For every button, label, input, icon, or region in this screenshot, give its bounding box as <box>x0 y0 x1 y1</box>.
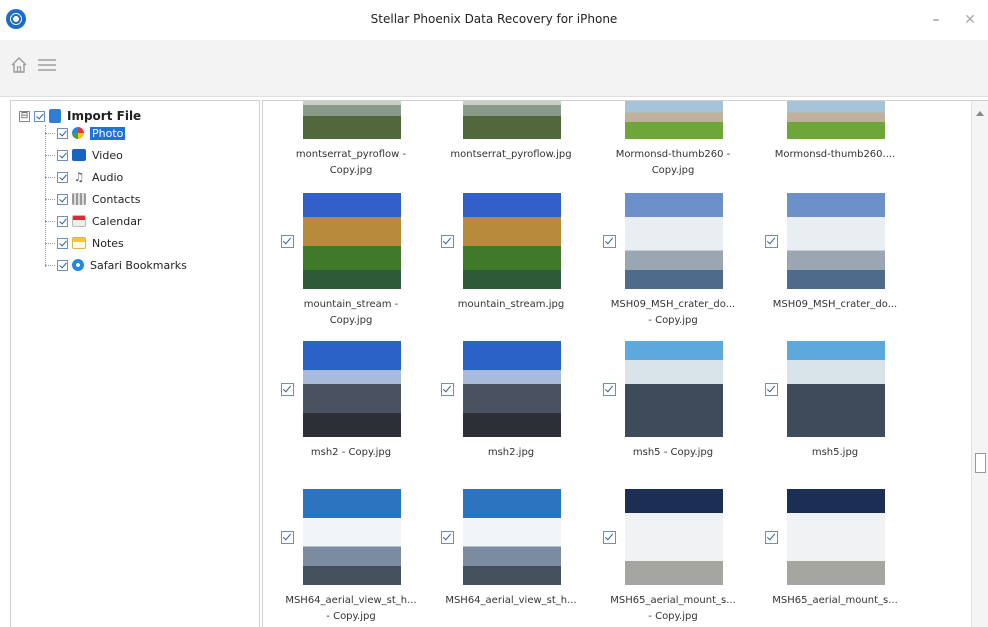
photo-caption: msh2 - Copy.jpg <box>310 447 392 458</box>
photo-thumbnail[interactable] <box>463 341 561 437</box>
photo-thumbnail[interactable] <box>625 193 723 289</box>
photo-caption: msh5 - Copy.jpg <box>632 447 714 458</box>
tree-item-notes[interactable]: Notes <box>45 234 124 252</box>
photo-checkbox[interactable] <box>603 235 616 248</box>
collapse-icon[interactable]: ⊟ <box>19 110 30 122</box>
tree-item-audio[interactable]: ♫ Audio <box>45 168 123 186</box>
vertical-scrollbar[interactable] <box>971 101 988 627</box>
photo-checkbox[interactable] <box>603 383 616 396</box>
photo-checkbox[interactable] <box>441 383 454 396</box>
photo-caption: MSH64_aerial_view_st_h... <box>445 595 577 606</box>
photo-caption: montserrat_pyroflow - <box>295 149 407 160</box>
tree-item-label: Notes <box>92 236 124 250</box>
file-type-tree: ⊟ Import File Photo Video ♫ Audio Contac… <box>10 100 260 627</box>
photo-thumbnail[interactable] <box>625 489 723 585</box>
scrollbar-thumb[interactable] <box>975 453 986 473</box>
photo-thumbnail[interactable] <box>303 489 401 585</box>
tree-item-label: Video <box>92 148 123 162</box>
photo-caption-line2: Copy.jpg <box>651 165 695 176</box>
video-checkbox[interactable] <box>57 149 68 161</box>
tree-item-safari-bookmarks[interactable]: Safari Bookmarks <box>45 256 187 274</box>
safari-icon <box>72 259 84 271</box>
photo-thumbnail[interactable] <box>303 341 401 437</box>
tree-root-label: Import File <box>67 109 142 123</box>
photo-caption-line2: - Copy.jpg <box>326 611 376 622</box>
photo-checkbox[interactable] <box>57 127 68 139</box>
photo-thumbnail[interactable] <box>787 341 885 437</box>
photo-caption: Mormonsd-thumb260 - <box>615 149 731 160</box>
photo-caption: msh5.jpg <box>811 447 859 458</box>
photo-thumbnail[interactable] <box>463 101 561 139</box>
photo-checkbox[interactable] <box>281 531 294 544</box>
photo-thumbnail[interactable] <box>303 193 401 289</box>
tree-item-contacts[interactable]: Contacts <box>45 190 141 208</box>
photo-checkbox[interactable] <box>765 383 778 396</box>
photo-caption: mountain_stream - <box>303 299 399 310</box>
photo-icon <box>72 127 84 139</box>
photo-caption: Mormonsd-thumb260.... <box>774 149 896 160</box>
photo-caption-line2: - Copy.jpg <box>648 315 698 326</box>
audio-checkbox[interactable] <box>57 171 68 183</box>
calendar-icon <box>72 215 86 227</box>
video-icon <box>72 149 86 161</box>
photo-thumbnail[interactable] <box>303 101 401 139</box>
notes-icon <box>72 237 86 249</box>
tree-item-calendar[interactable]: Calendar <box>45 212 141 230</box>
tree-item-label: Safari Bookmarks <box>90 258 187 272</box>
tree-item-label: Audio <box>92 170 124 184</box>
tree-item-photo[interactable]: Photo <box>45 124 126 142</box>
tree-item-video[interactable]: Video <box>45 146 123 164</box>
audio-icon: ♫ <box>73 170 85 184</box>
photo-checkbox[interactable] <box>765 235 778 248</box>
tree-item-label: Photo <box>90 126 126 140</box>
photo-caption-line2: Copy.jpg <box>329 315 373 326</box>
tree-item-label: Calendar <box>92 214 142 228</box>
photo-gallery: montserrat_pyroflow - Copy.jpg montserra… <box>262 100 988 627</box>
photo-checkbox[interactable] <box>441 235 454 248</box>
home-icon[interactable] <box>10 56 28 74</box>
photo-caption-line2: Copy.jpg <box>329 165 373 176</box>
photo-caption-line2: - Copy.jpg <box>648 611 698 622</box>
contacts-icon <box>72 193 86 205</box>
photo-caption: MSH09_MSH_crater_do... <box>610 299 736 310</box>
photo-thumbnail[interactable] <box>787 193 885 289</box>
photo-checkbox[interactable] <box>281 383 294 396</box>
photo-thumbnail[interactable] <box>463 193 561 289</box>
photo-checkbox[interactable] <box>281 235 294 248</box>
scroll-up-arrow-icon[interactable] <box>976 111 984 116</box>
photo-thumbnail[interactable] <box>463 489 561 585</box>
photo-checkbox[interactable] <box>441 531 454 544</box>
photo-caption: msh2.jpg <box>487 447 535 458</box>
photo-thumbnail[interactable] <box>787 489 885 585</box>
photo-thumbnail[interactable] <box>787 101 885 139</box>
minimize-button[interactable]: – <box>928 12 944 28</box>
tree-item-label: Contacts <box>92 192 141 206</box>
safari-bookmarks-checkbox[interactable] <box>57 259 68 271</box>
tree-root-import-file[interactable]: ⊟ Import File <box>19 108 141 124</box>
photo-caption: montserrat_pyroflow.jpg <box>450 149 572 160</box>
photo-caption: mountain_stream.jpg <box>457 299 565 310</box>
photo-caption: MSH09_MSH_crater_do... <box>772 299 898 310</box>
photo-checkbox[interactable] <box>765 531 778 544</box>
title-bar: Stellar Phoenix Data Recovery for iPhone… <box>0 0 988 40</box>
phone-icon <box>49 109 61 123</box>
photo-caption: MSH65_aerial_mount_s... <box>610 595 736 606</box>
photo-checkbox[interactable] <box>603 531 616 544</box>
close-button[interactable]: ✕ <box>962 12 978 28</box>
photo-thumbnail[interactable] <box>625 341 723 437</box>
import-file-checkbox[interactable] <box>34 110 45 122</box>
photo-caption: MSH64_aerial_view_st_h... <box>285 595 417 606</box>
photo-caption: MSH65_aerial_mount_s... <box>772 595 898 606</box>
window-title: Stellar Phoenix Data Recovery for iPhone <box>370 12 618 26</box>
toolbar <box>0 40 988 97</box>
notes-checkbox[interactable] <box>57 237 68 249</box>
photo-thumbnail[interactable] <box>625 101 723 139</box>
calendar-checkbox[interactable] <box>57 215 68 227</box>
menu-icon[interactable] <box>36 56 58 74</box>
contacts-checkbox[interactable] <box>57 193 68 205</box>
